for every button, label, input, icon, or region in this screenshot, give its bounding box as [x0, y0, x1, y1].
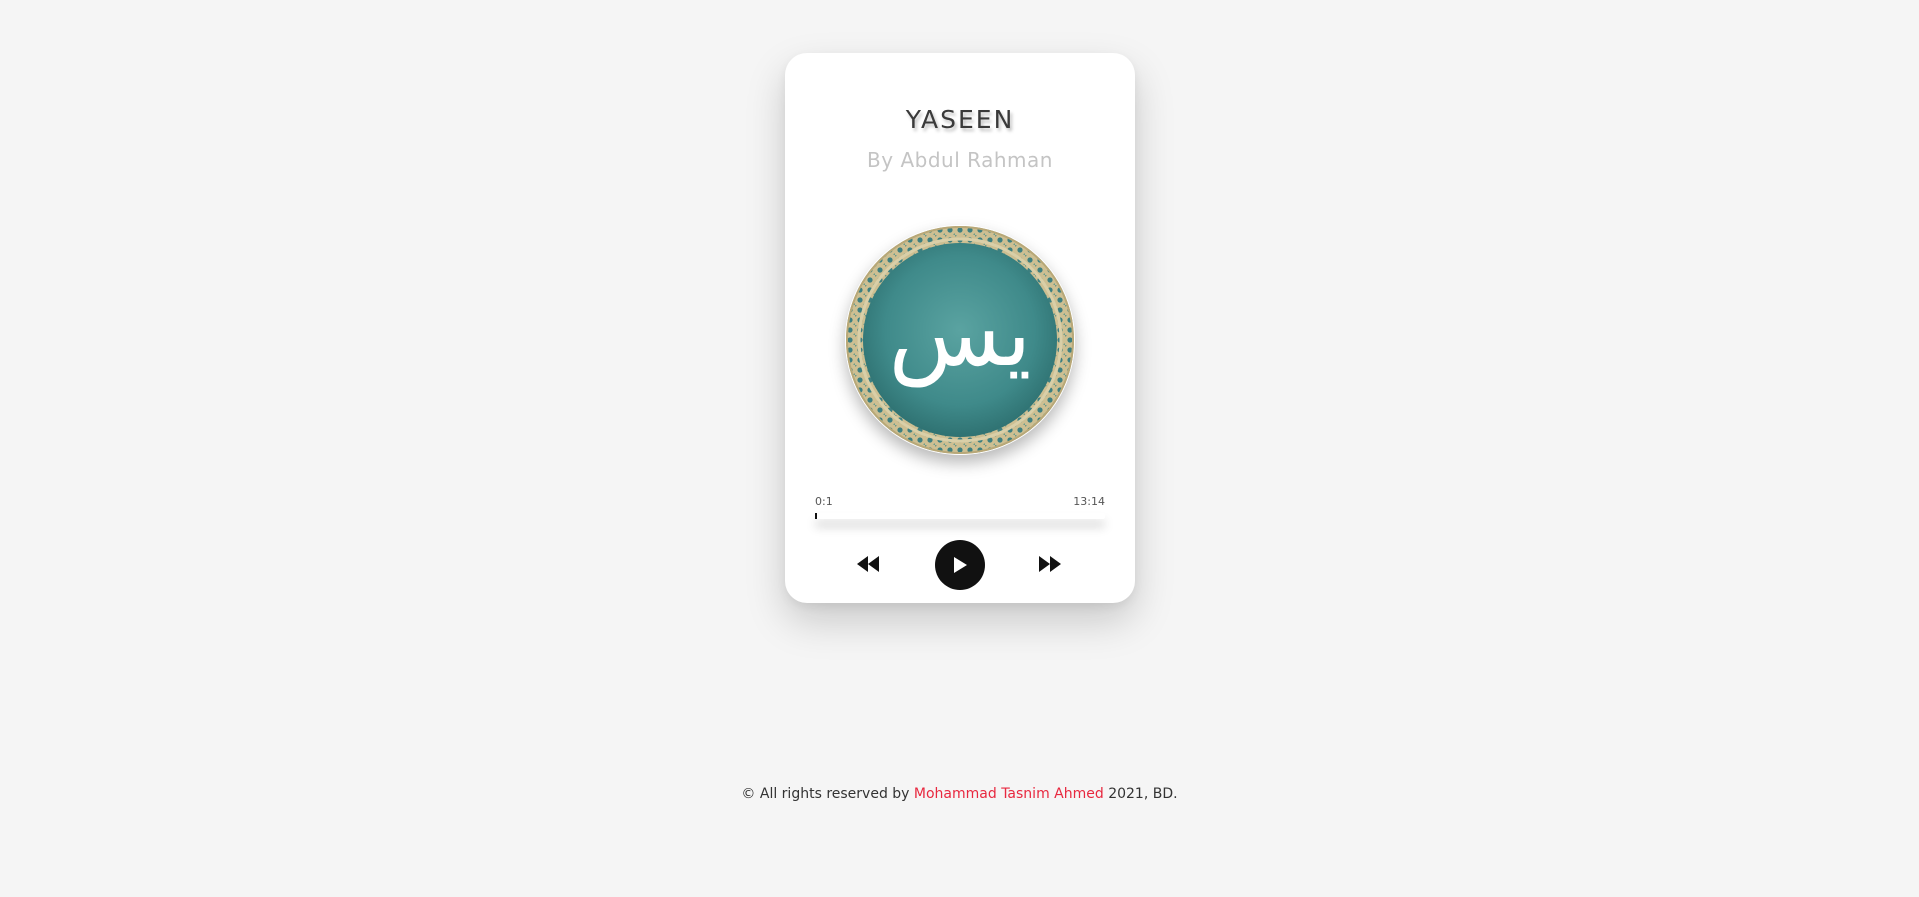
- album-cover: يس: [845, 225, 1075, 455]
- page: YASEEN By Abdul Rahman يس 0:1 13:14 © Al…: [0, 0, 1919, 897]
- play-icon: [954, 557, 967, 573]
- progress-bar[interactable]: [815, 513, 1105, 519]
- rewind-button[interactable]: [853, 549, 883, 579]
- fast-forward-icon: [1039, 556, 1061, 572]
- track-title: YASEEN: [905, 105, 1015, 134]
- progress-fill: [815, 513, 817, 519]
- music-player-card: YASEEN By Abdul Rahman يس 0:1 13:14: [785, 53, 1135, 603]
- footer-suffix: 2021, BD.: [1103, 786, 1178, 802]
- footer-prefix: © All rights reserved by: [741, 786, 914, 802]
- total-time: 13:14: [1073, 495, 1105, 508]
- current-time: 0:1: [815, 495, 833, 508]
- cover-calligraphy: يس: [889, 280, 1032, 388]
- footer: © All rights reserved by Mohammad Tasnim…: [0, 786, 1919, 802]
- rewind-icon: [857, 556, 879, 572]
- play-button[interactable]: [935, 540, 985, 590]
- track-artist: By Abdul Rahman: [867, 148, 1053, 172]
- author-link[interactable]: Mohammad Tasnim Ahmed: [914, 786, 1104, 802]
- fast-forward-button[interactable]: [1035, 549, 1065, 579]
- album-cover-art: يس: [846, 226, 1074, 454]
